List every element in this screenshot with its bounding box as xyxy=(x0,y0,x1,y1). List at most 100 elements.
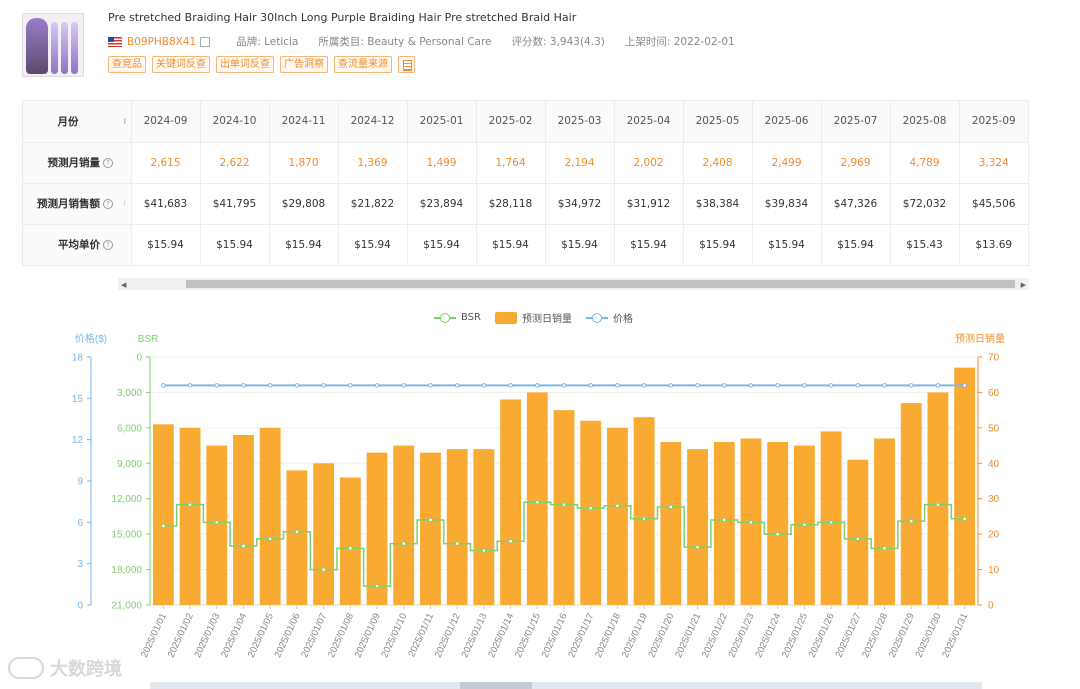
price-point xyxy=(802,383,807,388)
bsr-point xyxy=(802,522,807,527)
price-point xyxy=(454,383,460,388)
month-cell: 2024-11 xyxy=(268,101,338,143)
sales-bar xyxy=(393,445,415,605)
price-point xyxy=(935,383,941,388)
table-cell: $15.94 xyxy=(406,224,476,265)
table-cell: $47,326 xyxy=(820,183,890,225)
listed-date-label: 上架时间: 2022-02-01 xyxy=(624,36,735,48)
table-cell: 2,622 xyxy=(199,142,269,184)
scroll-left-icon[interactable]: ◀ xyxy=(121,281,126,289)
table-cell: $23,894 xyxy=(406,183,476,225)
x-tick-label: 2025/01/08 xyxy=(326,612,356,660)
product-meta: B09PHB8X41 品牌: Leticia 所属类目: Beauty & Pe… xyxy=(108,34,755,49)
x-tick-label: 2025/01/16 xyxy=(540,612,570,660)
bsr-point xyxy=(588,505,594,511)
bsr-point xyxy=(882,546,887,551)
bsr-tick-label: 12,000 xyxy=(111,494,142,505)
keyword-reverse-button[interactable]: 关键词反查 xyxy=(152,56,210,73)
x-tick-label: 2025/01/07 xyxy=(299,612,329,660)
action-tags: 查竞品 关键词反查 出单词反查 广告洞察 查流量来源 xyxy=(108,56,415,73)
chart-zoom-slider[interactable] xyxy=(150,682,982,689)
table-cell: $28,118 xyxy=(475,183,545,225)
scroll-right-icon[interactable]: ▶ xyxy=(1021,281,1026,289)
ad-insight-button[interactable]: 广告洞察 xyxy=(280,56,328,73)
price-point xyxy=(775,383,780,388)
order-keyword-button[interactable]: 出单词反查 xyxy=(216,56,274,73)
bsr-tick-label: 0 xyxy=(136,353,142,364)
x-tick-label: 2025/01/13 xyxy=(460,612,490,660)
row-label: 平均单价 xyxy=(58,239,100,252)
x-tick-label: 2025/01/11 xyxy=(406,612,436,659)
sales-bar xyxy=(900,403,922,605)
table-cell: $29,808 xyxy=(268,183,338,225)
sales-bar xyxy=(633,417,655,605)
bsr-point xyxy=(348,546,353,551)
price-point xyxy=(348,383,353,388)
table-horizontal-scrollbar[interactable]: ◀ ▶ xyxy=(118,278,1029,290)
table-cell: 1,764 xyxy=(475,142,545,184)
help-icon[interactable]: ? xyxy=(103,158,113,168)
sales-bar xyxy=(954,367,976,605)
table-cell: 2,408 xyxy=(682,142,752,184)
help-icon[interactable]: ? xyxy=(103,199,113,209)
bsr-point xyxy=(161,523,166,529)
price-point xyxy=(241,383,246,388)
table-cell: 2,002 xyxy=(613,142,683,184)
x-tick-label: 2025/01/01 xyxy=(139,612,169,660)
bsr-tick-label: 9,000 xyxy=(117,459,142,470)
calculator-icon[interactable] xyxy=(398,56,415,73)
table-cell: $13.69 xyxy=(958,224,1028,265)
competitor-check-button[interactable]: 查竞品 xyxy=(108,56,146,73)
sales-tick-label: 10 xyxy=(988,565,1000,576)
legend-item-bsr[interactable]: BSR xyxy=(434,312,481,323)
sales-bar xyxy=(793,445,815,605)
bsr-axis-title: BSR xyxy=(138,334,159,345)
table-cell: 1,870 xyxy=(268,142,338,184)
x-tick-label: 2025/01/22 xyxy=(700,612,730,660)
zoom-slider-handle[interactable] xyxy=(460,682,532,689)
help-icon[interactable]: ? xyxy=(103,240,113,251)
table-cell: $45,506 xyxy=(958,183,1028,225)
sales-tick-label: 20 xyxy=(988,530,1000,541)
product-thumbnail[interactable] xyxy=(22,13,84,77)
month-cell: 2025-05 xyxy=(682,101,752,143)
external-link-icon[interactable] xyxy=(200,36,211,47)
bsr-point xyxy=(187,502,193,507)
bsr-point xyxy=(855,536,861,542)
price-point xyxy=(828,383,834,388)
x-tick-label: 2025/01/27 xyxy=(833,612,863,660)
bsr-point xyxy=(561,502,567,507)
monthly-sales-table: 月份 ⁝ 2024-09 2024-10 2024-11 2024-12 202… xyxy=(22,100,1029,266)
bsr-point xyxy=(481,548,487,553)
watermark-text: 大数跨境 xyxy=(50,659,122,680)
table-cell: $15.94 xyxy=(337,224,407,265)
table-cell: 1,499 xyxy=(406,142,476,184)
table-cell: $15.94 xyxy=(268,224,338,265)
month-cell: 2025-02 xyxy=(475,101,545,143)
month-cell: 2025-08 xyxy=(889,101,959,143)
sales-bar xyxy=(927,392,949,605)
bsr-point xyxy=(267,536,273,542)
sales-bar xyxy=(687,449,708,605)
asin-link[interactable]: B09PHB8X41 xyxy=(127,36,196,48)
sales-bar xyxy=(206,445,228,605)
x-tick-label: 2025/01/06 xyxy=(273,612,303,660)
product-title[interactable]: Pre stretched Braiding Hair 30Inch Long … xyxy=(108,11,576,24)
price-point xyxy=(294,383,300,388)
x-tick-label: 2025/01/09 xyxy=(353,612,383,660)
legend-item-sales[interactable]: 预测日销量 xyxy=(494,310,572,325)
sales-bar xyxy=(820,431,842,605)
sales-bar xyxy=(313,463,335,605)
x-tick-label: 2025/01/24 xyxy=(753,612,783,660)
scrollbar-thumb[interactable] xyxy=(186,280,1015,288)
table-row: 预测月销售额? ⁝ $41,683 $41,795 $29,808 $21,82… xyxy=(23,183,1028,225)
bsr-tick-label: 21,000 xyxy=(111,601,142,612)
table-cell: $15.94 xyxy=(820,224,890,265)
bsr-point xyxy=(721,517,727,523)
sales-bar xyxy=(446,449,468,605)
traffic-source-button[interactable]: 查流量来源 xyxy=(334,56,392,73)
table-cell: $15.94 xyxy=(475,224,545,265)
month-cell: 2025-03 xyxy=(544,101,614,143)
x-tick-label: 2025/01/30 xyxy=(914,612,944,660)
legend-item-price[interactable]: 价格 xyxy=(585,310,633,325)
